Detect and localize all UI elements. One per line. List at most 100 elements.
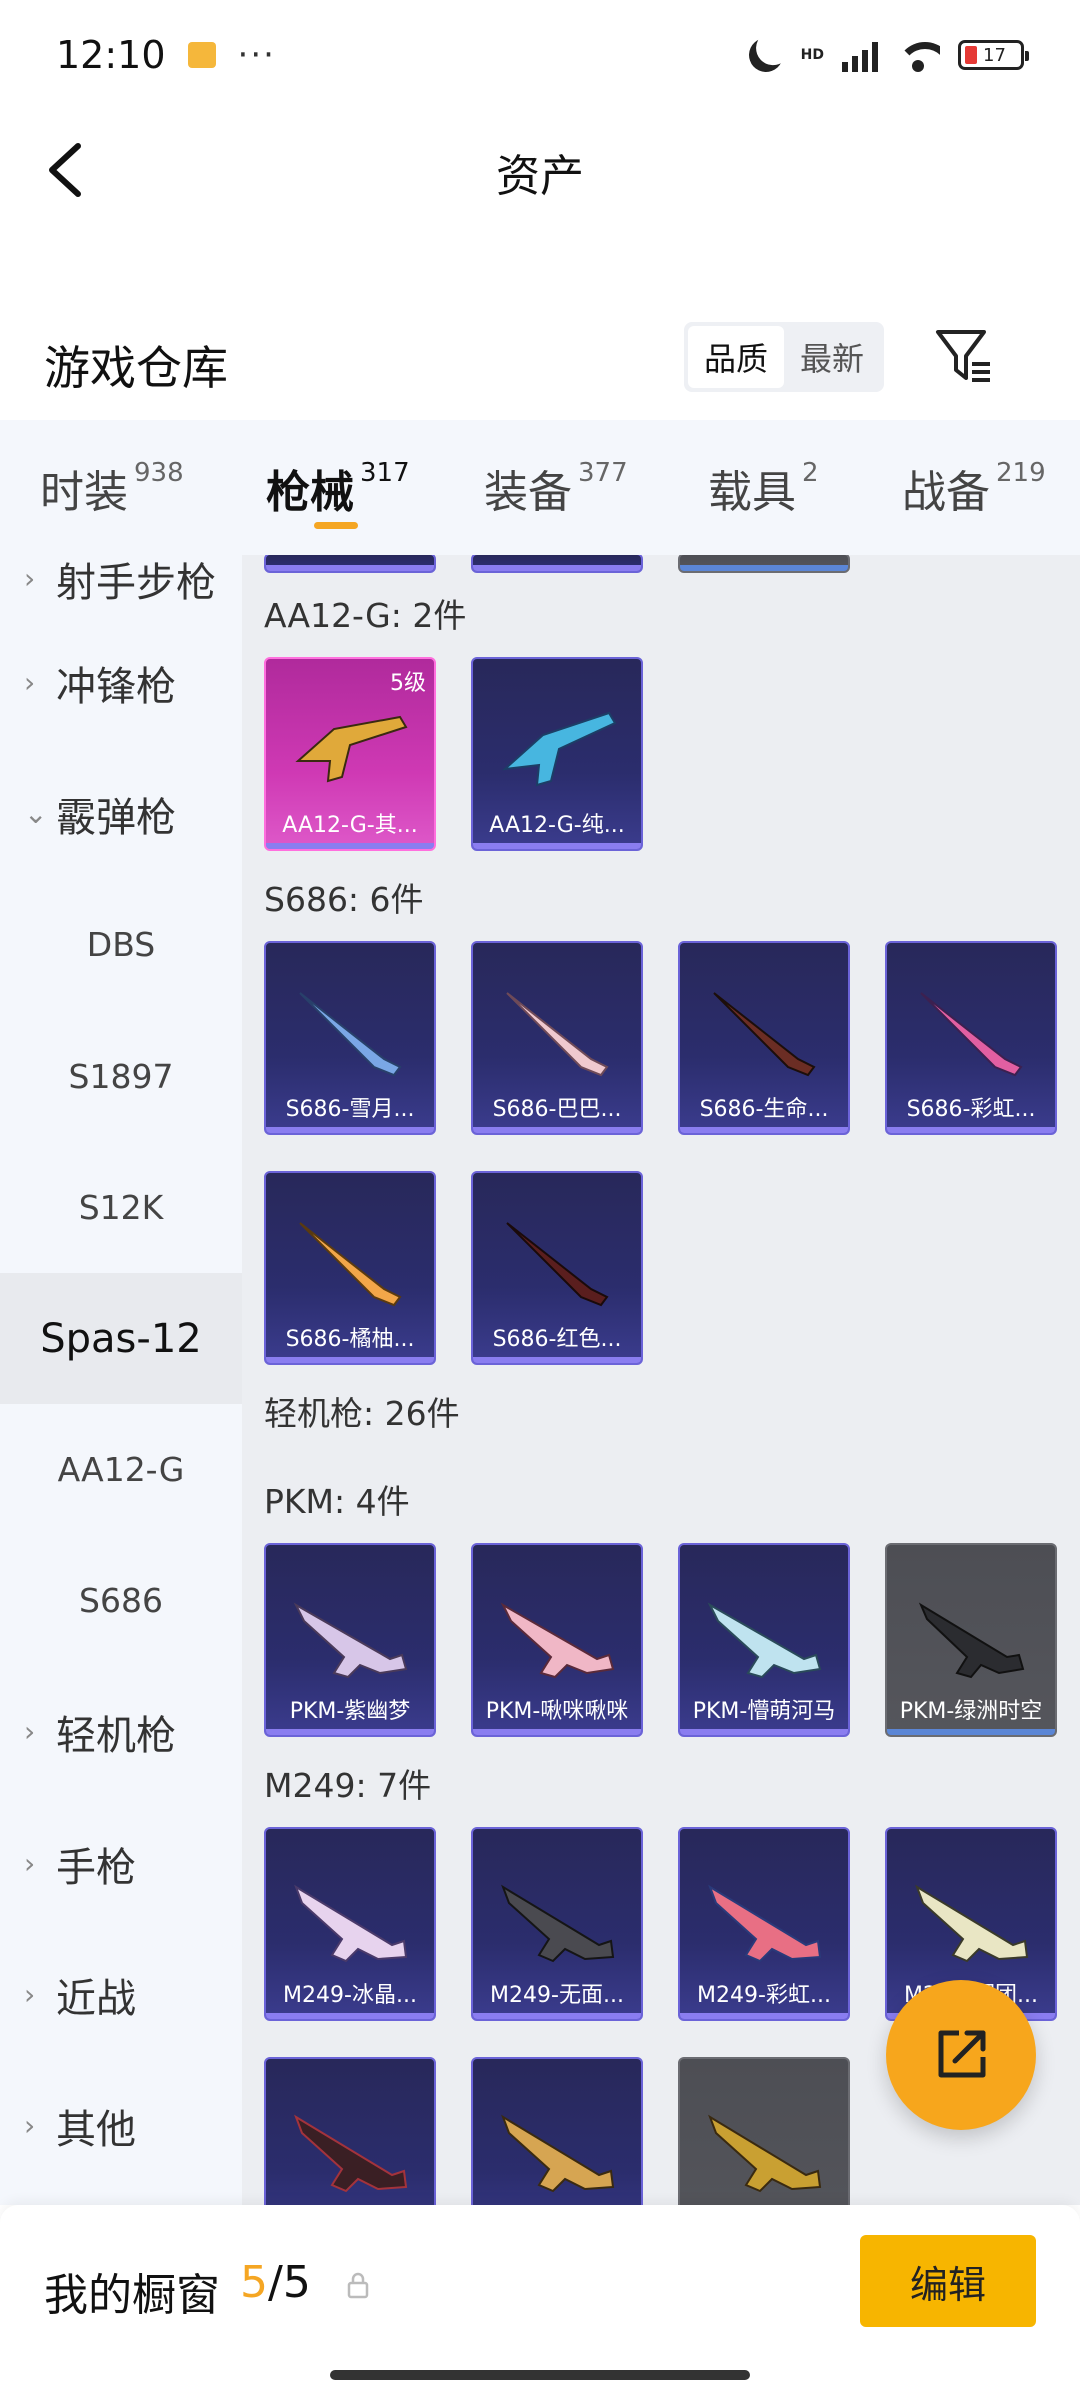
tab-label: 装备 — [484, 467, 572, 518]
shotgun-icon — [506, 1222, 609, 1307]
tab-label: 时装 — [40, 467, 128, 518]
weapon-card[interactable]: S686-红色... — [471, 1171, 643, 1365]
sidebar-item-shotgun[interactable]: ⌄ 霰弹枪 — [0, 748, 242, 879]
weapon-card[interactable]: PKM-紫幽梦 — [264, 1543, 436, 1737]
weapon-card[interactable]: M249-彩虹... — [678, 1827, 850, 2021]
export-icon — [938, 2030, 986, 2078]
weapon-name: AA12-G-纯... — [489, 813, 625, 838]
weapon-card[interactable]: S686-生命... — [678, 941, 850, 1135]
machine-gun-icon — [501, 1884, 615, 1963]
weapon-category-sidebar: › 射手步枪 › 冲锋枪 ⌄ 霰弹枪 DBS S1897 S12K Spas-1… — [0, 555, 242, 2205]
machine-gun-icon — [708, 2114, 822, 2193]
sidebar-item-s12k[interactable]: S12K — [0, 1142, 242, 1273]
weapon-card[interactable]: PKM-懵萌河马 — [678, 1543, 850, 1737]
sort-newest[interactable]: 最新 — [784, 326, 880, 388]
message-notification-icon — [187, 42, 216, 68]
weapon-name: M249-无面... — [490, 1983, 624, 2008]
showcase-current: 5 — [240, 2257, 268, 2308]
sidebar-item-s1897[interactable]: S1897 — [0, 1011, 242, 1142]
sidebar-item-label: 轻机枪 — [56, 1712, 176, 1759]
weapon-card[interactable]: S686-雪月... — [264, 941, 436, 1135]
signal-icon — [842, 38, 878, 72]
weapon-card[interactable]: 5级 AA12-G-其... — [264, 657, 436, 851]
machine-gun-icon — [293, 1602, 408, 1679]
weapon-name: S686-生命... — [699, 1097, 829, 1122]
weapon-card[interactable]: S686-彩虹... — [885, 941, 1057, 1135]
level-badge: 5级 — [390, 671, 426, 696]
filter-icon[interactable] — [932, 324, 996, 388]
weapon-card[interactable] — [471, 555, 643, 573]
tab-count: 938 — [134, 458, 184, 488]
weapon-card[interactable]: AA12-G-纯... — [471, 657, 643, 851]
tab-label: 载具 — [708, 467, 796, 518]
showcase-title: 我的橱窗 — [44, 2270, 220, 2321]
wifi-icon — [896, 38, 940, 72]
edit-button[interactable]: 编辑 — [860, 2235, 1036, 2327]
shotgun-icon — [299, 992, 402, 1077]
showcase-total: /5 — [268, 2257, 311, 2308]
sort-toggle: 品质 最新 — [684, 322, 884, 392]
category-tabs: 时装 938 枪械 317 装备 377 载具 2 战备 219 — [0, 420, 1080, 555]
sidebar-item-label: 射手步枪 — [56, 559, 216, 606]
weapon-name: M249-冰晶... — [283, 1983, 417, 2008]
active-tab-indicator — [314, 522, 358, 529]
weapon-card[interactable]: M249-冰晶... — [264, 1827, 436, 2021]
weapon-name: S686-橘柚... — [285, 1327, 415, 1352]
sort-quality[interactable]: 品质 — [688, 326, 784, 388]
weapon-name: S686-巴巴... — [492, 1097, 622, 1122]
sidebar-item-smg[interactable]: › 冲锋枪 — [0, 617, 242, 748]
machine-gun-icon — [294, 1884, 408, 1963]
app-header: 资产 — [0, 110, 1080, 230]
weapon-card[interactable]: PKM-啾咪啾咪 — [471, 1543, 643, 1737]
weapon-card[interactable]: S686-巴巴... — [471, 941, 643, 1135]
weapon-name: S686-彩虹... — [906, 1097, 1036, 1122]
weapon-name: S686-雪月... — [285, 1097, 415, 1122]
sidebar-item-label: 手枪 — [56, 1844, 136, 1891]
weapon-card[interactable]: S686-橘柚... — [264, 1171, 436, 1365]
weapon-card[interactable]: PKM-绿洲时空 — [885, 1543, 1057, 1737]
share-fab[interactable] — [886, 1980, 1036, 2130]
status-bar: 12:10 ··· HD 17 — [0, 0, 1080, 110]
chevron-right-icon: › — [24, 1847, 36, 1880]
weapon-grid: AA12-G: 2件 5级 AA12-G-其... AA12-G-纯... S6… — [242, 555, 1080, 2205]
sidebar-item-s686[interactable]: S686 — [0, 1535, 242, 1666]
lock-icon — [347, 2272, 369, 2299]
tab-fashion[interactable]: 时装 938 — [40, 456, 184, 520]
status-time: 12:10 — [56, 33, 166, 77]
weapon-card[interactable] — [264, 555, 436, 573]
machine-gun-icon — [501, 2114, 615, 2193]
sidebar-item-aa12g[interactable]: AA12-G — [0, 1404, 242, 1535]
weapon-name: PKM-绿洲时空 — [899, 1699, 1043, 1724]
weapon-card[interactable] — [471, 2057, 643, 2205]
section-title-m249: M249: 7件 — [264, 1766, 432, 1805]
chevron-right-icon: › — [24, 2109, 36, 2142]
tab-guns[interactable]: 枪械 317 — [266, 456, 410, 520]
sidebar-item-lmg[interactable]: › 轻机枪 — [0, 1666, 242, 1797]
sidebar-item-pistol[interactable]: › 手枪 — [0, 1798, 242, 1929]
shotgun-icon — [501, 711, 617, 787]
status-icons: HD 17 — [749, 38, 1029, 72]
tab-tactical[interactable]: 战备 219 — [902, 456, 1046, 520]
weapon-card[interactable] — [264, 2057, 436, 2205]
sidebar-item-other[interactable]: › 其他 — [0, 2060, 242, 2191]
sidebar-item-spas12[interactable]: Spas-12 — [0, 1273, 242, 1404]
shotgun-icon — [920, 992, 1023, 1077]
weapon-card[interactable] — [678, 555, 850, 573]
shotgun-icon — [299, 1222, 402, 1307]
home-indicator[interactable] — [330, 2370, 750, 2380]
sidebar-item-dbs[interactable]: DBS — [0, 879, 242, 1010]
weapon-card[interactable]: M249-无面... — [471, 1827, 643, 2021]
machine-gun-icon — [915, 1884, 1029, 1963]
battery-icon: 17 — [958, 40, 1029, 70]
sidebar-item-melee[interactable]: › 近战 — [0, 1929, 242, 2060]
shotgun-icon — [713, 992, 816, 1077]
section-title-s686: S686: 6件 — [264, 880, 424, 919]
weapon-name: M249-彩虹... — [697, 1983, 831, 2008]
tab-equipment[interactable]: 装备 377 — [484, 456, 628, 520]
tab-vehicles[interactable]: 载具 2 — [708, 456, 819, 520]
section-title-aa12g: AA12-G: 2件 — [264, 596, 467, 635]
chevron-down-icon: ⌄ — [24, 797, 48, 830]
weapon-card[interactable] — [678, 2057, 850, 2205]
weapon-name: AA12-G-其... — [282, 813, 418, 838]
tab-count: 219 — [996, 458, 1046, 488]
